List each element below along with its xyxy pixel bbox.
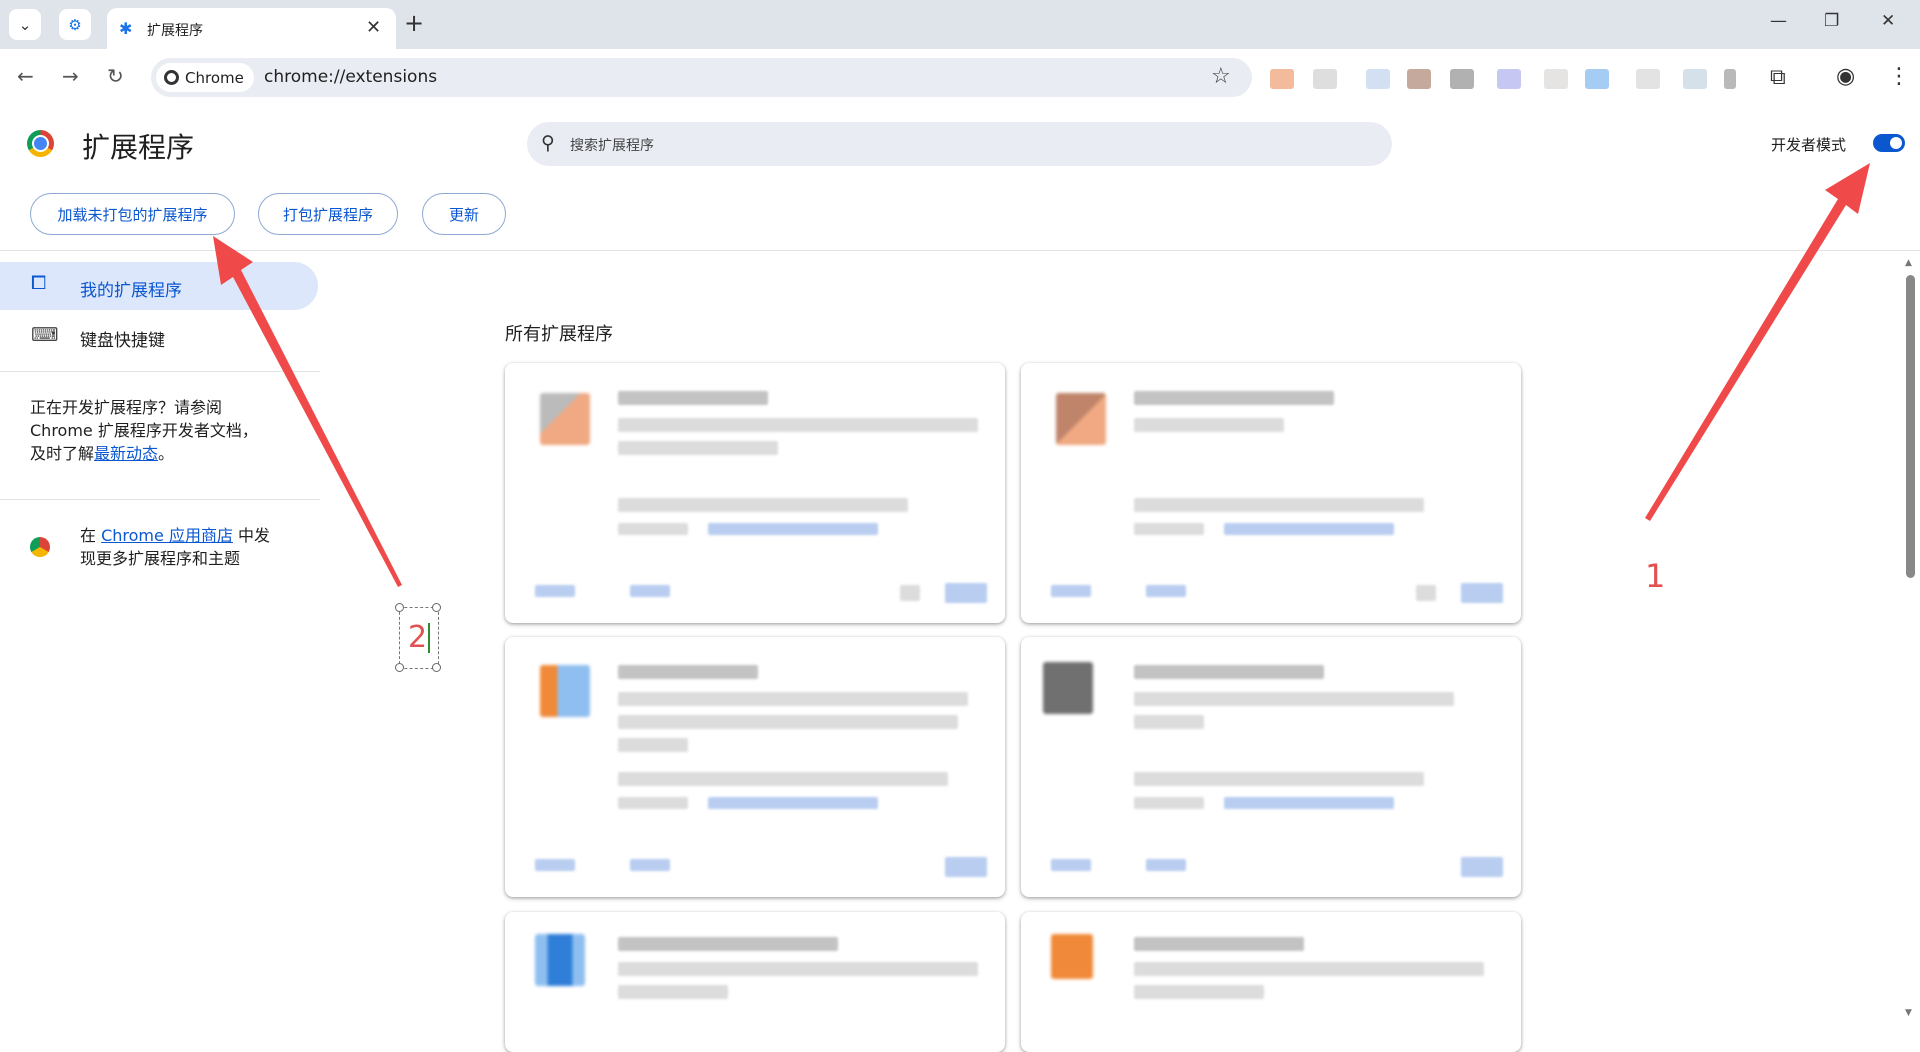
resize-handle[interactable] (432, 603, 441, 612)
arrow-to-load-unpacked (213, 236, 402, 587)
arrow-to-dev-toggle (1645, 163, 1870, 521)
resize-handle[interactable] (395, 663, 404, 672)
resize-handle[interactable] (432, 663, 441, 672)
annotation-arrows (213, 163, 1870, 587)
annotation-label-1: 1 (1645, 557, 1666, 595)
annotation-label-2: 2 (408, 620, 428, 655)
text-caret (428, 623, 430, 653)
resize-handle[interactable] (395, 603, 404, 612)
